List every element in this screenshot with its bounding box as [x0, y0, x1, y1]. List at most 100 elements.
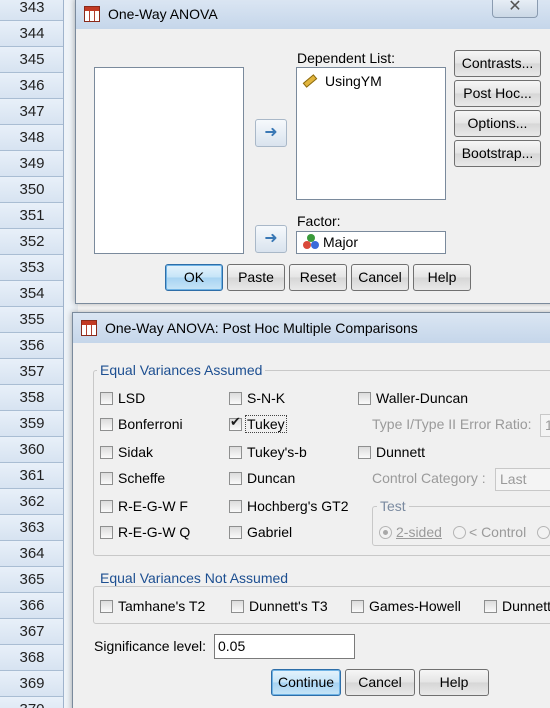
- bonferroni-checkbox[interactable]: [100, 418, 113, 431]
- ok-button[interactable]: OK: [165, 264, 223, 291]
- help-button[interactable]: Help: [413, 264, 471, 291]
- row-number[interactable]: 346: [0, 73, 63, 99]
- row-number[interactable]: 369: [0, 671, 63, 697]
- checkbox-label: Hochberg's GT2: [247, 498, 349, 514]
- options-button[interactable]: Options...: [454, 110, 541, 137]
- row-number[interactable]: 364: [0, 541, 63, 567]
- checkbox-label: Dunnett: [502, 598, 550, 614]
- type-error-ratio-field[interactable]: 1: [540, 414, 550, 437]
- paste-button[interactable]: Paste: [227, 264, 285, 291]
- scheffe-checkbox[interactable]: [100, 472, 113, 485]
- contrasts-button[interactable]: Contrasts...: [454, 50, 541, 77]
- row-number[interactable]: 356: [0, 333, 63, 359]
- move-to-dependent-button[interactable]: ➜: [255, 119, 287, 147]
- row-number[interactable]: 345: [0, 47, 63, 73]
- control-category-label: Control Category :: [372, 470, 486, 486]
- continue-button[interactable]: Continue: [271, 669, 341, 696]
- row-number[interactable]: 357: [0, 359, 63, 385]
- row-number[interactable]: 353: [0, 255, 63, 281]
- cancel-button[interactable]: Cancel: [351, 264, 409, 291]
- post-hoc-button[interactable]: Post Hoc...: [454, 80, 541, 107]
- lsd-checkbox[interactable]: [100, 392, 113, 405]
- group-title: Equal Variances Not Assumed: [97, 570, 292, 586]
- type-error-ratio-label: Type I/Type II Error Ratio:: [372, 416, 532, 432]
- row-number[interactable]: 366: [0, 593, 63, 619]
- dunnett-c-checkbox[interactable]: [484, 600, 497, 613]
- row-number[interactable]: 362: [0, 489, 63, 515]
- reset-button[interactable]: Reset: [289, 264, 347, 291]
- snk-checkbox[interactable]: [229, 392, 242, 405]
- factor-field[interactable]: Major: [296, 231, 446, 254]
- checkbox-label: Sidak: [118, 444, 154, 460]
- row-number[interactable]: 370: [0, 697, 63, 708]
- group-title: Equal Variances Assumed: [97, 362, 266, 378]
- dialog-title: One-Way ANOVA: Post Hoc Multiple Compari…: [105, 320, 418, 336]
- dependent-list-label: Dependent List:: [297, 50, 396, 66]
- row-number[interactable]: 361: [0, 463, 63, 489]
- row-number[interactable]: 363: [0, 515, 63, 541]
- sidak-checkbox[interactable]: [100, 446, 113, 459]
- title-bar[interactable]: One-Way ANOVA ✕: [76, 0, 550, 29]
- regwq-checkbox[interactable]: [100, 526, 113, 539]
- dunnett-t3-checkbox[interactable]: [231, 600, 244, 613]
- checkbox-label: Games-Howell: [369, 598, 461, 614]
- group-title: Test: [377, 498, 409, 514]
- significance-field[interactable]: 0.05: [214, 634, 355, 659]
- waller-duncan-checkbox[interactable]: [358, 392, 371, 405]
- checkbox-label: S-N-K: [247, 390, 286, 406]
- row-number[interactable]: 350: [0, 177, 63, 203]
- tukey-checkbox[interactable]: [229, 415, 242, 431]
- row-number[interactable]: 367: [0, 619, 63, 645]
- nominal-variable-icon: [303, 234, 319, 250]
- row-number[interactable]: 368: [0, 645, 63, 671]
- bootstrap-button[interactable]: Bootstrap...: [454, 140, 541, 167]
- tamhane-checkbox[interactable]: [100, 600, 113, 613]
- greater-than-control-radio[interactable]: [537, 526, 550, 539]
- factor-label: Factor:: [297, 213, 341, 229]
- checkbox-label: Bonferroni: [118, 416, 183, 432]
- row-number[interactable]: 354: [0, 281, 63, 307]
- cancel-button[interactable]: Cancel: [345, 669, 415, 696]
- row-number[interactable]: 348: [0, 125, 63, 151]
- move-to-factor-button[interactable]: ➜: [255, 225, 287, 253]
- help-button[interactable]: Help: [419, 669, 489, 696]
- row-number[interactable]: 355: [0, 307, 63, 333]
- significance-label: Significance level:: [94, 638, 207, 654]
- post-hoc-dialog: One-Way ANOVA: Post Hoc Multiple Compari…: [72, 312, 550, 708]
- checkbox-label: Gabriel: [247, 524, 293, 540]
- row-number[interactable]: 343: [0, 0, 63, 21]
- games-howell-checkbox[interactable]: [351, 600, 364, 613]
- checkbox-label: LSD: [118, 390, 146, 406]
- two-sided-radio[interactable]: [379, 526, 392, 539]
- row-number[interactable]: 352: [0, 229, 63, 255]
- ruler-icon: [302, 74, 318, 88]
- gabriel-checkbox[interactable]: [229, 526, 242, 539]
- tukeys-b-checkbox[interactable]: [229, 446, 242, 459]
- checkbox-label: R-E-G-W Q: [118, 524, 191, 540]
- row-number[interactable]: 351: [0, 203, 63, 229]
- arrow-right-icon: ➜: [264, 124, 278, 141]
- close-icon[interactable]: ✕: [492, 0, 538, 18]
- radio-label: 2-sided: [396, 524, 442, 540]
- dependent-list[interactable]: UsingYM: [296, 67, 446, 200]
- dunnett-checkbox[interactable]: [358, 446, 371, 459]
- list-item[interactable]: UsingYM: [302, 72, 382, 90]
- row-number[interactable]: 358: [0, 385, 63, 411]
- regwf-checkbox[interactable]: [100, 500, 113, 513]
- row-number-column: 343 344 345 346 347 348 349 350 351 352 353 354 355 3…: [0, 0, 64, 708]
- row-number[interactable]: 347: [0, 99, 63, 125]
- table-icon: [84, 6, 100, 22]
- row-number[interactable]: 359: [0, 411, 63, 437]
- row-number[interactable]: 365: [0, 567, 63, 593]
- control-category-select[interactable]: Last: [495, 468, 550, 491]
- variable-list[interactable]: [94, 67, 244, 254]
- checkbox-label: Tamhane's T2: [118, 598, 206, 614]
- row-number[interactable]: 344: [0, 21, 63, 47]
- row-number[interactable]: 360: [0, 437, 63, 463]
- row-number[interactable]: 349: [0, 151, 63, 177]
- less-than-control-radio[interactable]: [453, 526, 466, 539]
- duncan-checkbox[interactable]: [229, 472, 242, 485]
- title-bar[interactable]: One-Way ANOVA: Post Hoc Multiple Compari…: [73, 313, 550, 343]
- hochberg-checkbox[interactable]: [229, 500, 242, 513]
- dependent-item-label: UsingYM: [325, 73, 382, 89]
